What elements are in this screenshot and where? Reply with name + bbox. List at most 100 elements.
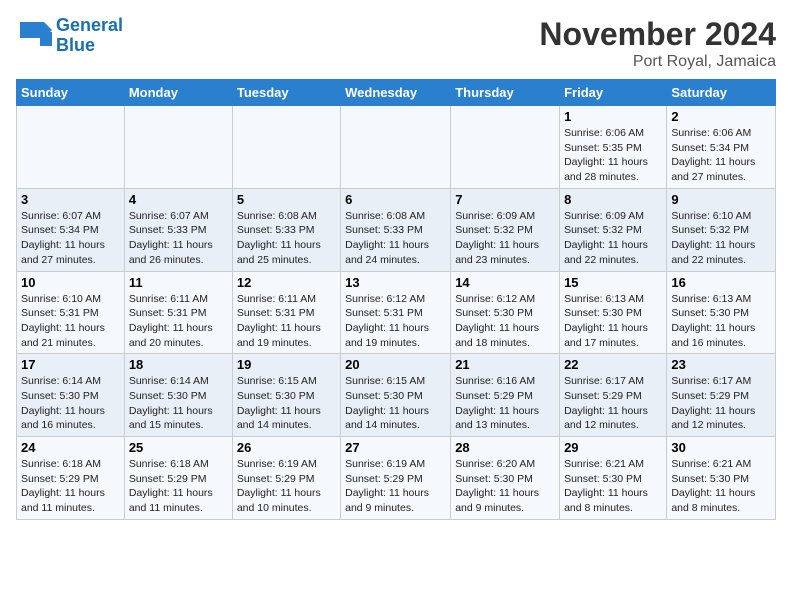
- day-info: Sunrise: 6:13 AMSunset: 5:30 PMDaylight:…: [671, 292, 771, 351]
- col-header-monday: Monday: [124, 80, 232, 106]
- calendar-cell: 25 Sunrise: 6:18 AMSunset: 5:29 PMDayligh…: [124, 437, 232, 520]
- day-info: Sunrise: 6:06 AMSunset: 5:34 PMDaylight:…: [671, 126, 771, 185]
- day-number: 27: [345, 440, 446, 455]
- calendar-table: SundayMondayTuesdayWednesdayThursdayFrid…: [16, 79, 776, 520]
- calendar-week-1: 1Sunrise: 6:06 AMSunset: 5:35 PMDaylight…: [17, 106, 776, 189]
- calendar-cell: 23 Sunrise: 6:17 AMSunset: 5:29 PMDayligh…: [667, 354, 776, 437]
- day-number: 8: [564, 192, 662, 207]
- logo-line2: Blue: [56, 35, 95, 55]
- day-info: Sunrise: 6:20 AMSunset: 5:30 PMDaylight:…: [455, 457, 555, 516]
- day-info: Sunrise: 6:11 AMSunset: 5:31 PMDaylight:…: [129, 292, 228, 351]
- calendar-cell: 8 Sunrise: 6:09 AMSunset: 5:32 PMDaylight…: [560, 188, 667, 271]
- calendar-cell: 9 Sunrise: 6:10 AMSunset: 5:32 PMDaylight…: [667, 188, 776, 271]
- calendar-cell: 2 Sunrise: 6:06 AMSunset: 5:34 PMDaylight…: [667, 106, 776, 189]
- calendar-cell: 15 Sunrise: 6:13 AMSunset: 5:30 PMDayligh…: [560, 271, 667, 354]
- calendar-cell: 12Sunrise: 6:11 AMSunset: 5:31 PMDayligh…: [232, 271, 340, 354]
- col-header-saturday: Saturday: [667, 80, 776, 106]
- day-info: Sunrise: 6:21 AMSunset: 5:30 PMDaylight:…: [564, 457, 662, 516]
- calendar-cell: [124, 106, 232, 189]
- day-info: Sunrise: 6:07 AMSunset: 5:34 PMDaylight:…: [21, 209, 120, 268]
- calendar-cell: 18 Sunrise: 6:14 AMSunset: 5:30 PMDayligh…: [124, 354, 232, 437]
- day-number: 21: [455, 357, 555, 372]
- calendar-cell: 28 Sunrise: 6:20 AMSunset: 5:30 PMDayligh…: [451, 437, 560, 520]
- day-number: 24: [21, 440, 120, 455]
- calendar-cell: 30 Sunrise: 6:21 AMSunset: 5:30 PMDayligh…: [667, 437, 776, 520]
- calendar-cell: 1Sunrise: 6:06 AMSunset: 5:35 PMDaylight…: [560, 106, 667, 189]
- day-number: 30: [671, 440, 771, 455]
- day-number: 12: [237, 275, 336, 290]
- day-number: 25: [129, 440, 228, 455]
- day-info: Sunrise: 6:10 AMSunset: 5:32 PMDaylight:…: [671, 209, 771, 268]
- day-number: 22: [564, 357, 662, 372]
- calendar-cell: 5Sunrise: 6:08 AMSunset: 5:33 PMDaylight…: [232, 188, 340, 271]
- calendar-cell: 13Sunrise: 6:12 AMSunset: 5:31 PMDayligh…: [341, 271, 451, 354]
- day-number: 20: [345, 357, 446, 372]
- calendar-cell: 20 Sunrise: 6:15 AMSunset: 5:30 PMDayligh…: [341, 354, 451, 437]
- col-header-wednesday: Wednesday: [341, 80, 451, 106]
- day-info: Sunrise: 6:14 AMSunset: 5:30 PMDaylight:…: [129, 374, 228, 433]
- calendar-cell: 11 Sunrise: 6:11 AMSunset: 5:31 PMDayligh…: [124, 271, 232, 354]
- logo: General Blue: [16, 16, 123, 56]
- day-info: Sunrise: 6:16 AMSunset: 5:29 PMDaylight:…: [455, 374, 555, 433]
- calendar-cell: 3Sunrise: 6:07 AMSunset: 5:34 PMDaylight…: [17, 188, 125, 271]
- day-info: Sunrise: 6:09 AMSunset: 5:32 PMDaylight:…: [564, 209, 662, 268]
- calendar-cell: 26 Sunrise: 6:19 AMSunset: 5:29 PMDayligh…: [232, 437, 340, 520]
- day-info: Sunrise: 6:19 AMSunset: 5:29 PMDaylight:…: [237, 457, 336, 516]
- day-info: Sunrise: 6:08 AMSunset: 5:33 PMDaylight:…: [237, 209, 336, 268]
- day-info: Sunrise: 6:07 AMSunset: 5:33 PMDaylight:…: [129, 209, 228, 268]
- day-info: Sunrise: 6:17 AMSunset: 5:29 PMDaylight:…: [671, 374, 771, 433]
- page-header: General Blue November 2024 Port Royal, J…: [16, 16, 776, 71]
- calendar-week-2: 3Sunrise: 6:07 AMSunset: 5:34 PMDaylight…: [17, 188, 776, 271]
- day-number: 16: [671, 275, 771, 290]
- day-number: 14: [455, 275, 555, 290]
- day-info: Sunrise: 6:15 AMSunset: 5:30 PMDaylight:…: [237, 374, 336, 433]
- day-number: 4: [129, 192, 228, 207]
- logo-icon: [16, 18, 52, 54]
- col-header-tuesday: Tuesday: [232, 80, 340, 106]
- calendar-cell: 4 Sunrise: 6:07 AMSunset: 5:33 PMDaylight…: [124, 188, 232, 271]
- calendar-cell: 22 Sunrise: 6:17 AMSunset: 5:29 PMDayligh…: [560, 354, 667, 437]
- day-info: Sunrise: 6:18 AMSunset: 5:29 PMDaylight:…: [129, 457, 228, 516]
- day-info: Sunrise: 6:21 AMSunset: 5:30 PMDaylight:…: [671, 457, 771, 516]
- col-header-thursday: Thursday: [451, 80, 560, 106]
- calendar-cell: [341, 106, 451, 189]
- calendar-cell: [451, 106, 560, 189]
- logo-text: General Blue: [56, 16, 123, 56]
- calendar-cell: 19Sunrise: 6:15 AMSunset: 5:30 PMDayligh…: [232, 354, 340, 437]
- day-number: 17: [21, 357, 120, 372]
- day-number: 18: [129, 357, 228, 372]
- calendar-cell: 7Sunrise: 6:09 AMSunset: 5:32 PMDaylight…: [451, 188, 560, 271]
- title-block: November 2024 Port Royal, Jamaica: [539, 16, 776, 71]
- calendar-cell: 17Sunrise: 6:14 AMSunset: 5:30 PMDayligh…: [17, 354, 125, 437]
- day-info: Sunrise: 6:17 AMSunset: 5:29 PMDaylight:…: [564, 374, 662, 433]
- calendar-week-4: 17 Sunrise: 6:14 AMSunset: 5:30 PMDayligh…: [17, 354, 776, 437]
- day-number: 15: [564, 275, 662, 290]
- day-info: Sunrise: 6:12 AMSunset: 5:30 PMDaylight:…: [455, 292, 555, 351]
- day-info: Sunrise: 6:12 AMSunset: 5:31 PMDaylight:…: [345, 292, 446, 351]
- calendar-cell: 10 Sunrise: 6:10 AMSunset: 5:31 PMDayligh…: [17, 271, 125, 354]
- day-number: 11: [129, 275, 228, 290]
- col-header-sunday: Sunday: [17, 80, 125, 106]
- day-number: 29: [564, 440, 662, 455]
- day-number: 6: [345, 192, 446, 207]
- day-number: 7: [455, 192, 555, 207]
- day-number: 2: [671, 109, 771, 124]
- logo-line1: General: [56, 15, 123, 35]
- calendar-cell: 6Sunrise: 6:08 AMSunset: 5:33 PMDaylight…: [341, 188, 451, 271]
- day-number: 10: [21, 275, 120, 290]
- location: Port Royal, Jamaica: [539, 53, 776, 71]
- calendar-cell: 27Sunrise: 6:19 AMSunset: 5:29 PMDayligh…: [341, 437, 451, 520]
- day-number: 28: [455, 440, 555, 455]
- calendar-cell: [232, 106, 340, 189]
- day-number: 9: [671, 192, 771, 207]
- calendar-cell: 24Sunrise: 6:18 AMSunset: 5:29 PMDayligh…: [17, 437, 125, 520]
- day-info: Sunrise: 6:13 AMSunset: 5:30 PMDaylight:…: [564, 292, 662, 351]
- day-info: Sunrise: 6:15 AMSunset: 5:30 PMDaylight:…: [345, 374, 446, 433]
- day-number: 26: [237, 440, 336, 455]
- calendar-cell: 21 Sunrise: 6:16 AMSunset: 5:29 PMDayligh…: [451, 354, 560, 437]
- day-number: 23: [671, 357, 771, 372]
- day-info: Sunrise: 6:10 AMSunset: 5:31 PMDaylight:…: [21, 292, 120, 351]
- calendar-cell: 16 Sunrise: 6:13 AMSunset: 5:30 PMDayligh…: [667, 271, 776, 354]
- calendar-week-3: 10 Sunrise: 6:10 AMSunset: 5:31 PMDayligh…: [17, 271, 776, 354]
- day-info: Sunrise: 6:06 AMSunset: 5:35 PMDaylight:…: [564, 126, 662, 185]
